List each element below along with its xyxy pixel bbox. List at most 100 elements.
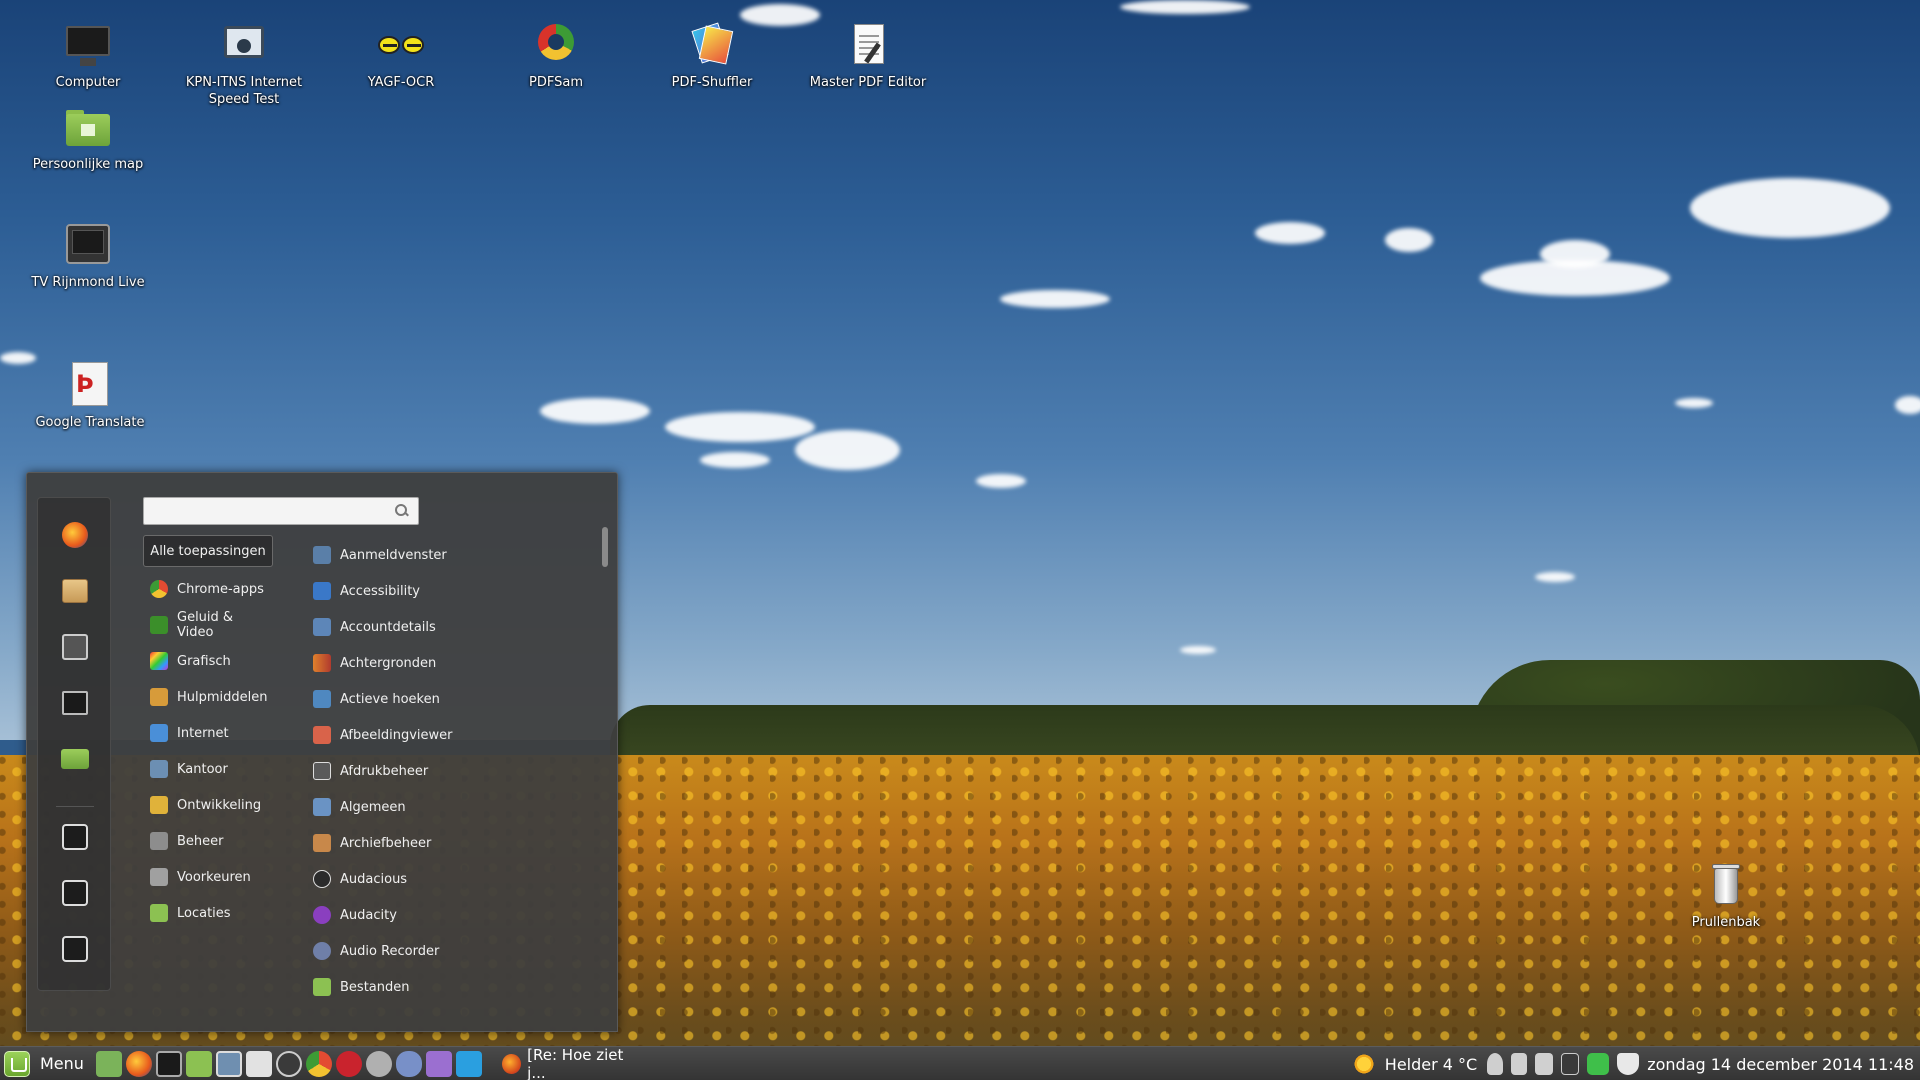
- category-label: Internet: [177, 725, 229, 741]
- app-item-audacity[interactable]: Audacity: [313, 897, 493, 933]
- desktop-icon-label: TV Rijnmond Live: [31, 275, 145, 290]
- desktop-icon-pdf-shuffler[interactable]: PDF-Shuffler: [642, 22, 782, 91]
- desktop-icon-trash[interactable]: Prullenbak: [1656, 862, 1796, 931]
- clock[interactable]: zondag 14 december 2014 11:48: [1647, 1055, 1914, 1074]
- app-item-general[interactable]: Algemeen: [313, 789, 493, 825]
- shield-check-icon[interactable]: [1587, 1053, 1610, 1075]
- desktop-icon-master-pdf-editor[interactable]: Master PDF Editor: [798, 22, 938, 91]
- rhythmbox-launcher-icon[interactable]: [275, 1050, 302, 1077]
- desktop-icon-pdfsam[interactable]: PDFSam: [486, 22, 626, 91]
- preferences-icon: [150, 868, 168, 886]
- category-item-office[interactable]: Kantoor: [143, 751, 273, 787]
- update-icon[interactable]: [1561, 1053, 1580, 1075]
- category-item-administration[interactable]: Beheer: [143, 823, 273, 859]
- app-item-login-window[interactable]: Aanmeldvenster: [313, 537, 493, 573]
- lock-icon[interactable]: [60, 822, 90, 852]
- wallpaper-icon: [313, 654, 331, 672]
- skype-launcher-icon[interactable]: [455, 1050, 482, 1077]
- category-item-places[interactable]: Locaties: [143, 895, 273, 931]
- audacious-launcher-icon[interactable]: [365, 1050, 392, 1077]
- hot-corners-icon: [313, 690, 331, 708]
- wallpaper-cloud: [700, 452, 770, 468]
- power-icon[interactable]: [60, 934, 90, 964]
- category-item-accessories[interactable]: Hulpmiddelen: [143, 679, 273, 715]
- desktop-icon-label: YAGF-OCR: [367, 75, 435, 90]
- desktop-icon-label: Computer: [55, 75, 121, 90]
- category-label: Beheer: [177, 833, 224, 849]
- desktop-icon-google-translate[interactable]: Þ Google Translate: [20, 362, 160, 431]
- package-icon[interactable]: [60, 576, 90, 606]
- app-label: Aanmeldvenster: [340, 547, 447, 563]
- favorites-separator: [56, 806, 94, 807]
- app-item-audacious[interactable]: Audacious: [313, 861, 493, 897]
- app-list-scrollbar[interactable]: [602, 527, 608, 987]
- pdf-shuffler-icon: [688, 22, 736, 70]
- desktop-icon-label: PDF-Shuffler: [671, 75, 753, 90]
- favorites-sidebar: [37, 497, 111, 991]
- category-label: Alle toepassingen: [150, 543, 266, 559]
- security-icon[interactable]: [1617, 1053, 1640, 1075]
- app-item-image-viewer[interactable]: Afbeeldingviewer: [313, 717, 493, 753]
- category-label: Hulpmiddelen: [177, 689, 268, 705]
- search-input[interactable]: [143, 497, 419, 525]
- wallpaper-cloud: [1675, 398, 1713, 408]
- desktop-icon-tv-rijnmond[interactable]: TV Rijnmond Live: [18, 222, 158, 291]
- desktop-icon-label: Persoonlijke map: [32, 157, 144, 172]
- files-launcher-icon[interactable]: [95, 1050, 122, 1077]
- user-icon[interactable]: [1487, 1053, 1504, 1075]
- desktop-icon-label: Prullenbak: [1691, 915, 1761, 930]
- screenshot-launcher-icon[interactable]: [215, 1050, 242, 1077]
- folder-launcher-icon[interactable]: [185, 1050, 212, 1077]
- app-item-archive-manager[interactable]: Archiefbeheer: [313, 825, 493, 861]
- settings-icon[interactable]: [60, 632, 90, 662]
- menu-button[interactable]: Menu: [0, 1047, 94, 1080]
- wallpaper-cloud: [795, 430, 900, 470]
- network-icon[interactable]: [1511, 1053, 1528, 1075]
- ocr-icon: [377, 22, 425, 70]
- desktop-icon-label: Google Translate: [35, 415, 145, 430]
- terminal-launcher-icon[interactable]: [155, 1050, 182, 1077]
- wallpaper-cloud: [1540, 240, 1610, 268]
- category-item-development[interactable]: Ontwikkeling: [143, 787, 273, 823]
- text-editor-launcher-icon[interactable]: [245, 1050, 272, 1077]
- firefox-launcher-icon[interactable]: [125, 1050, 152, 1077]
- terminal-icon[interactable]: [60, 688, 90, 718]
- app-item-backgrounds[interactable]: Achtergronden: [313, 645, 493, 681]
- weather-sun-icon[interactable]: [1352, 1053, 1375, 1075]
- desktop-icon-speedtest[interactable]: KPN-ITNS Internet Speed Test: [174, 22, 314, 108]
- category-item-all[interactable]: Alle toepassingen: [143, 535, 273, 567]
- category-item-sound-video[interactable]: Geluid & Video: [143, 607, 273, 643]
- folder-icon[interactable]: [60, 744, 90, 774]
- scrollbar-thumb[interactable]: [602, 527, 608, 567]
- desktop-icon-home-folder[interactable]: Persoonlijke map: [18, 104, 158, 173]
- app-item-audio-recorder[interactable]: Audio Recorder: [313, 933, 493, 969]
- category-item-chrome-apps[interactable]: Chrome-apps: [143, 571, 273, 607]
- translate-icon: Þ: [66, 362, 114, 410]
- microphone-launcher-icon[interactable]: [395, 1050, 422, 1077]
- category-label: Ontwikkeling: [177, 797, 262, 813]
- volume-icon[interactable]: [1535, 1053, 1554, 1075]
- firefox-icon[interactable]: [60, 520, 90, 550]
- weather-label[interactable]: Helder 4 °C: [1385, 1055, 1477, 1074]
- media-launcher-icon[interactable]: [425, 1050, 452, 1077]
- app-item-account-details[interactable]: Accountdetails: [313, 609, 493, 645]
- app-label: Algemeen: [340, 799, 406, 815]
- app-item-print-manager[interactable]: Afdrukbeheer: [313, 753, 493, 789]
- cherry-launcher-icon[interactable]: [335, 1050, 362, 1077]
- app-item-files[interactable]: Bestanden: [313, 969, 493, 1005]
- desktop-icon-computer[interactable]: Computer: [18, 22, 158, 91]
- app-label: Actieve hoeken: [340, 691, 440, 707]
- wallpaper-cloud: [1690, 178, 1890, 238]
- category-item-graphics[interactable]: Grafisch: [143, 643, 273, 679]
- taskbar-window-button[interactable]: [Re: Hoe ziet j...: [494, 1046, 654, 1080]
- category-item-internet[interactable]: Internet: [143, 715, 273, 751]
- chrome-launcher-icon[interactable]: [305, 1050, 332, 1077]
- desktop-icon-yagf-ocr[interactable]: YAGF-OCR: [331, 22, 471, 91]
- app-item-accessibility[interactable]: Accessibility: [313, 573, 493, 609]
- app-item-hot-corners[interactable]: Actieve hoeken: [313, 681, 493, 717]
- logout-icon[interactable]: [60, 878, 90, 908]
- category-item-preferences[interactable]: Voorkeuren: [143, 859, 273, 895]
- desktop-icon-label: PDFSam: [529, 75, 583, 90]
- wallpaper-cloud: [665, 412, 815, 442]
- office-icon: [150, 760, 168, 778]
